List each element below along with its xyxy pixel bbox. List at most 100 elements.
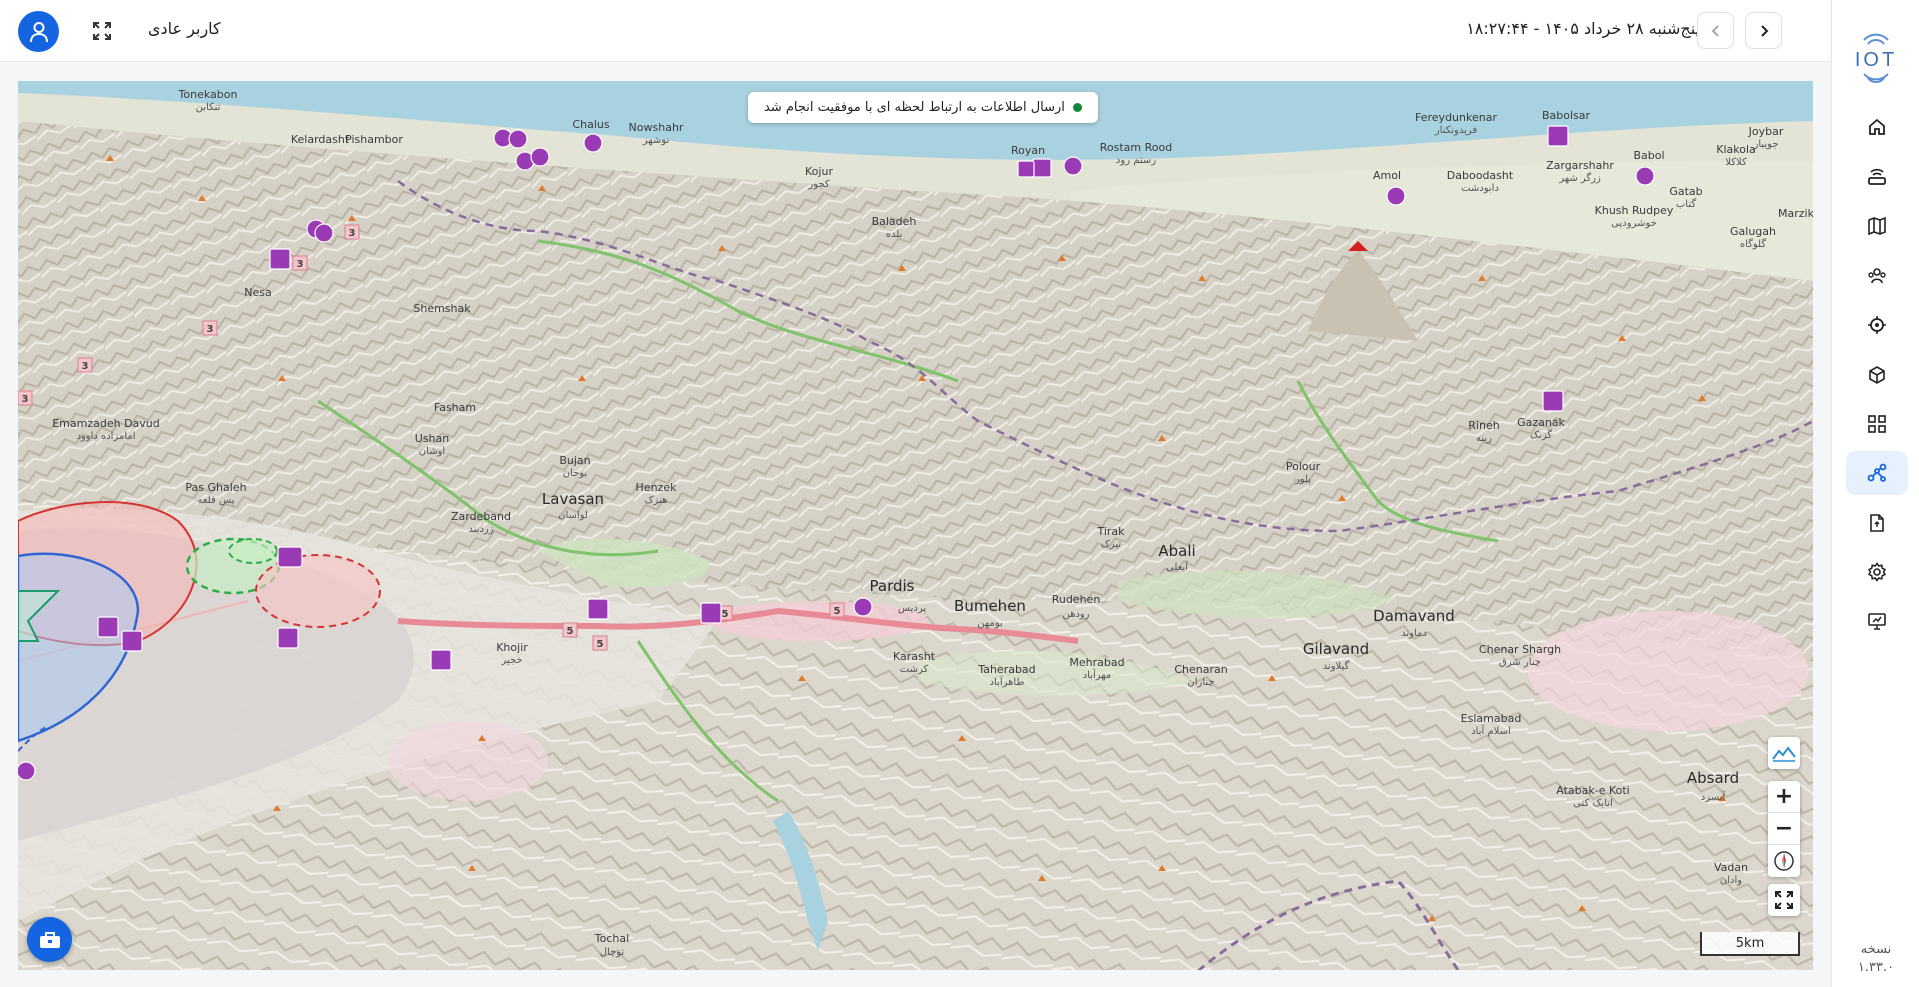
map-label-fa: نوشهر <box>642 135 669 146</box>
map-label-fa: گیلاوند <box>1323 660 1350 672</box>
svg-text:3: 3 <box>349 228 356 239</box>
map-label: Shemshak <box>413 302 471 315</box>
map-label: Gilavand <box>1303 640 1369 658</box>
map-label-fa: اسلام آباد <box>1471 724 1511 737</box>
map-label: Pas Ghaleh <box>185 481 246 494</box>
map-label: Eslamabad <box>1461 712 1522 725</box>
map-label-fa: تیرک <box>1101 539 1121 550</box>
map-label: Daboodasht <box>1447 169 1514 182</box>
sidebar: IOT نسخه ۱.۳۳.۰ <box>1831 0 1919 987</box>
sidebar-item-map[interactable] <box>1846 204 1908 248</box>
map-label-fa: خجیر <box>500 655 522 666</box>
map-label: Joybar <box>1748 125 1784 138</box>
map-label: Bujan <box>559 454 590 467</box>
map-label-fa: کجور <box>807 179 829 190</box>
toast-message: ارسال اطلاعات به ارتباط لحظه ای با موفقی… <box>764 100 1065 115</box>
map-label: Henzek <box>636 481 678 494</box>
terrain-map: 5 5 5 5 3 3 3 3 3 Tonekabon تنکابن Nowsh… <box>18 81 1813 970</box>
user-avatar-button[interactable] <box>18 11 59 52</box>
fullscreen-button[interactable] <box>90 19 114 43</box>
map-label-fa: توچال <box>600 947 625 958</box>
map-label: Khojir <box>496 641 528 654</box>
map-label: Damavand <box>1373 607 1455 625</box>
svg-text:3: 3 <box>22 394 29 405</box>
sidebar-item-dashboard[interactable] <box>1846 402 1908 446</box>
map-label-fa: پلور <box>1294 474 1311 485</box>
map-label-fa: اتابک کتی <box>1573 798 1613 809</box>
map-label: Gazanak <box>1517 416 1565 429</box>
map-label-fa: رودهن <box>1063 609 1090 620</box>
svg-text:3: 3 <box>297 259 304 270</box>
map-label: Pishambor <box>345 133 403 146</box>
toolbox-button[interactable] <box>27 917 72 962</box>
map-label: Ushan <box>415 432 449 445</box>
version-label: نسخه <box>1860 942 1892 957</box>
sidebar-item-products[interactable] <box>1846 353 1908 397</box>
zoom-out-button[interactable]: − <box>1768 813 1800 845</box>
nav-forward-button[interactable] <box>1745 12 1782 49</box>
map-label-fa: کلاکلا <box>1725 157 1747 168</box>
success-toast: ارسال اطلاعات به ارتباط لحظه ای با موفقی… <box>748 92 1098 123</box>
sidebar-item-tracking[interactable] <box>1846 303 1908 347</box>
map-label: Chenar Shargh <box>1479 643 1561 656</box>
map-label-fa: رستم رود <box>1116 155 1156 166</box>
map-fullscreen-button[interactable] <box>1768 884 1800 916</box>
expand-icon <box>93 22 111 40</box>
map-label-fa: تنکابن <box>196 102 221 113</box>
sidebar-item-home[interactable] <box>1846 105 1908 149</box>
map-label-fa: طاهرآباد <box>990 675 1025 688</box>
map-label: Zardeband <box>451 510 511 523</box>
grid-icon <box>1868 415 1886 433</box>
map-label: Kelardasht <box>291 133 350 146</box>
sidebar-item-settings[interactable] <box>1846 550 1908 594</box>
map-label: Amol <box>1373 169 1401 182</box>
map-label-fa: گلوگاه <box>1740 238 1767 250</box>
svg-text:5: 5 <box>834 606 841 617</box>
map-label-fa: کرشت <box>900 664 929 675</box>
compass-button[interactable] <box>1768 845 1800 877</box>
sidebar-item-devices[interactable] <box>1846 155 1908 199</box>
zoom-controls: + − <box>1768 781 1800 877</box>
user-icon <box>29 21 48 42</box>
compass-icon <box>1774 851 1794 871</box>
version-number: ۱.۳۳.۰ <box>1857 960 1895 975</box>
map-label: Babolsar <box>1542 109 1591 122</box>
sidebar-item-monitor[interactable] <box>1846 599 1908 643</box>
map-label: Vadan <box>1714 861 1748 874</box>
zoom-in-button[interactable]: + <box>1768 781 1800 813</box>
map-label: Zargarshahr <box>1546 159 1614 172</box>
map-label: Rostam Rood <box>1100 141 1172 154</box>
map-label-fa: بوجان <box>563 468 588 479</box>
svg-text:5: 5 <box>567 626 574 637</box>
chevron-left-icon <box>1711 24 1719 37</box>
map-label-fa: پس قلعه <box>198 495 235 506</box>
monitor-icon <box>1868 613 1886 630</box>
sidebar-item-network[interactable] <box>1846 451 1908 495</box>
sidebar-item-users[interactable] <box>1846 254 1908 298</box>
gear-icon <box>1867 562 1887 582</box>
map-label: Rudehen <box>1052 593 1101 606</box>
map-label: Taherabad <box>977 663 1035 676</box>
cube-icon <box>1869 366 1885 384</box>
map-label: Lavasan <box>542 490 604 508</box>
map-label: Chenaran <box>1174 663 1227 676</box>
map-label-fa: لواسان <box>558 510 588 521</box>
map-label: Absard <box>1687 769 1739 787</box>
map-label-fa: جویبار <box>1752 139 1778 150</box>
map-label-fa: دابودشت <box>1461 183 1499 194</box>
map-label-fa: دماوند <box>1401 628 1427 639</box>
fullscreen-icon <box>1775 891 1793 909</box>
home-icon <box>1869 118 1885 135</box>
top-bar: کاربر عادی پنج‌شنبه ۲۸ خرداد ۱۴۰۵ - ۱۸:۲… <box>0 0 1830 62</box>
map-label-fa: بومهن <box>977 618 1003 629</box>
nav-back-button[interactable] <box>1697 12 1734 49</box>
map-view[interactable]: 5 5 5 5 3 3 3 3 3 Tonekabon تنکابن Nowsh… <box>18 81 1813 970</box>
map-label: Fereydunkenar <box>1415 111 1497 124</box>
map-label: Royan <box>1011 144 1045 157</box>
sidebar-item-reports[interactable] <box>1846 501 1908 545</box>
username-label: کاربر عادی <box>148 19 221 38</box>
svg-text:IOT: IOT <box>1855 49 1897 71</box>
map-label: Rineh <box>1468 419 1499 432</box>
map-label: Marzik <box>1778 207 1813 220</box>
terrain-toggle-button[interactable] <box>1768 737 1800 769</box>
